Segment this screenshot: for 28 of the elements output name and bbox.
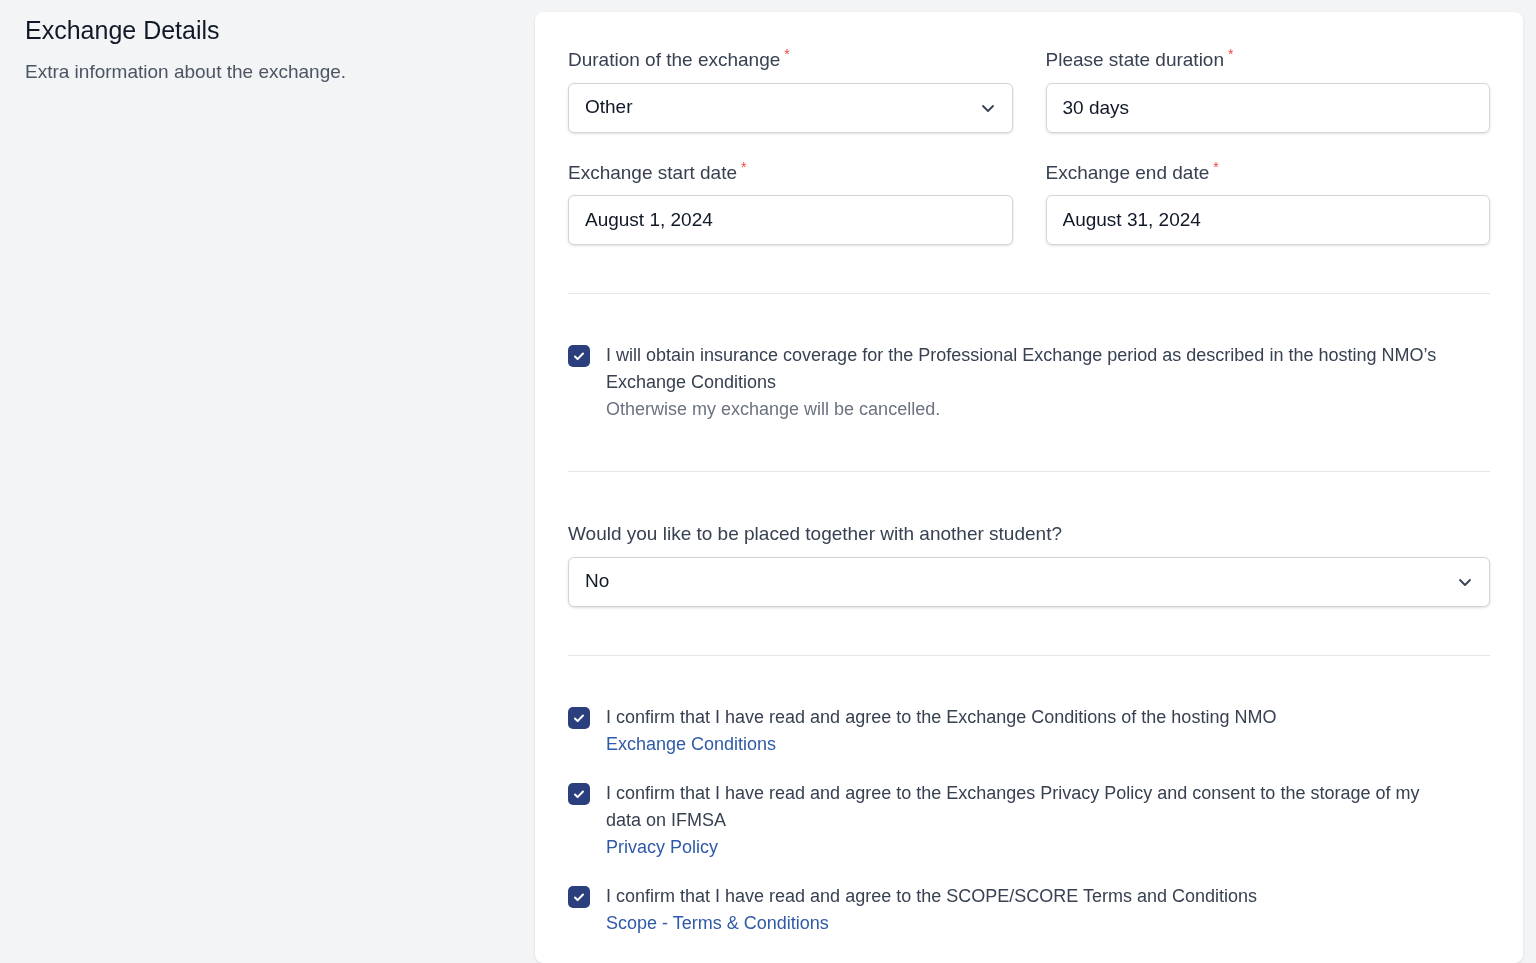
terms-link[interactable]: Scope - Terms & Conditions — [606, 909, 829, 937]
input-field[interactable]: 30 days — [1045, 82, 1490, 133]
checkbox-note: Otherwise my exchange will be cancelled. — [606, 398, 942, 421]
section-description: Extra information about the exchange. — [25, 59, 348, 84]
checkbox[interactable] — [568, 885, 590, 908]
select-dropdown[interactable]: No — [568, 556, 1490, 607]
checkbox[interactable] — [568, 782, 590, 805]
field-label: Exchange end date — [1045, 160, 1210, 185]
section-title: Exchange Details — [25, 15, 221, 46]
required-mark: * — [741, 158, 747, 175]
field-label: Please state duration — [1045, 48, 1224, 72]
required-mark: * — [784, 46, 790, 62]
input-field[interactable]: August 31, 2024 — [1045, 195, 1490, 245]
terms-link[interactable]: Exchange Conditions — [606, 730, 777, 758]
field-label: Exchange start date — [568, 160, 737, 185]
checkbox[interactable] — [568, 345, 590, 367]
field-label: Would you like to be placed together with another student? — [568, 522, 1062, 546]
field-label: Duration of the exchange — [568, 48, 781, 72]
checkbox[interactable] — [568, 706, 590, 729]
input-field[interactable]: August 1, 2024 — [568, 195, 1013, 245]
checkbox-label: I confirm that I have read and agree to the SCOPE/SCORE Terms and Conditions — [606, 884, 1257, 908]
checkbox-label: I confirm that I have read and agree to the Exchange Conditions of the hosting NMO — [606, 705, 1277, 729]
required-mark: * — [1228, 46, 1234, 62]
checkbox-label: I confirm that I have read and agree to the Exchanges Privacy Policy and consent to the storage of my data on IFMSA — [606, 781, 1421, 832]
select-dropdown[interactable]: Other — [568, 82, 1013, 133]
checkbox-label: I will obtain insurance coverage for the Professional Exchange period as described in the hosting NMO’s Exchange Conditions — [606, 344, 1438, 394]
required-mark: * — [1213, 158, 1219, 175]
terms-link[interactable]: Privacy Policy — [606, 833, 719, 861]
